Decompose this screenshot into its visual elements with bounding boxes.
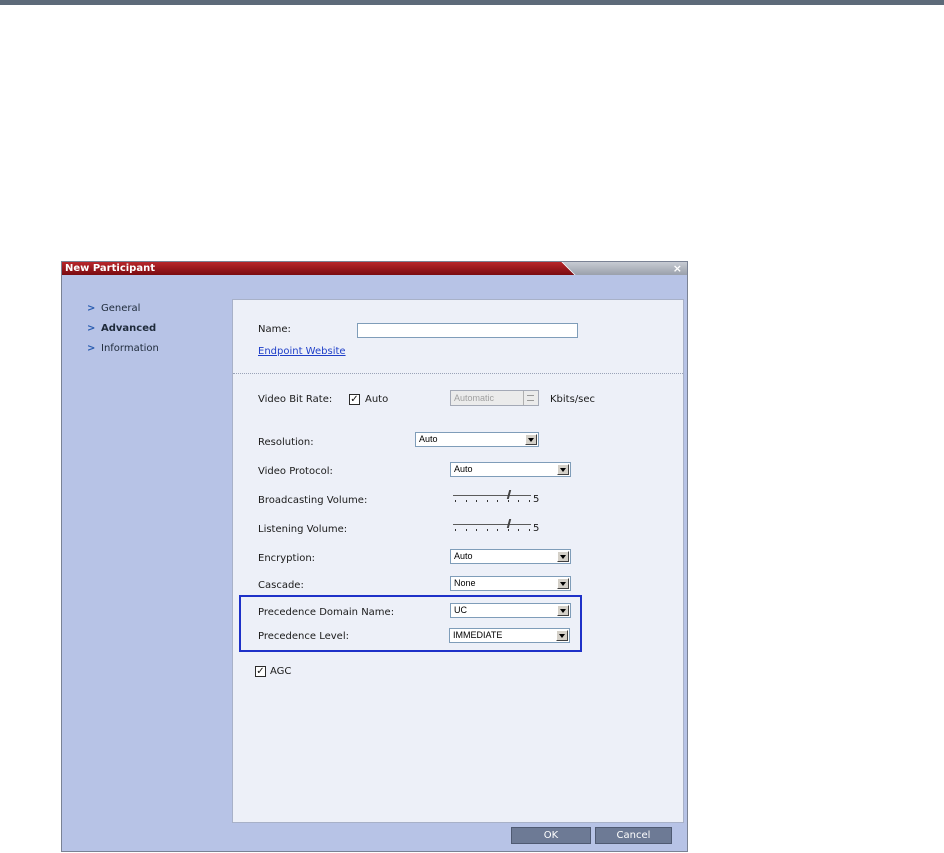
chevron-down-icon [557,551,569,562]
cascade-value: None [454,578,476,588]
slider-tick [497,529,498,531]
chevron-right-icon: > [87,343,96,354]
slider-tick [465,529,467,531]
auto-checkbox-label: Auto [365,394,389,405]
cancel-button[interactable]: Cancel [595,827,672,844]
name-input[interactable] [357,323,578,338]
listening-volume-label: Listening Volume: [258,524,348,535]
slider-tick [528,529,530,531]
precedence-level-label: Precedence Level: [258,631,349,642]
video-bit-rate-label: Video Bit Rate: [258,394,333,405]
nav-item-general[interactable]: > General [87,302,159,322]
encryption-select[interactable]: Auto [450,549,571,564]
resolution-label: Resolution: [258,437,314,448]
precedence-domain-select[interactable]: UC [450,603,571,618]
broadcasting-volume-label: Broadcasting Volume: [258,495,368,506]
chevron-down-icon [525,434,537,445]
chevron-down-icon [557,605,569,616]
advanced-panel: Name: Endpoint Website Video Bit Rate: ✓… [232,299,684,823]
encryption-value: Auto [454,551,473,561]
agc-label: AGC [270,666,292,677]
cascade-label: Cascade: [258,580,304,591]
spinner-arrows-icon[interactable] [523,391,538,405]
slider-tick [507,500,509,502]
agc-checkbox[interactable]: ✓ [255,666,266,677]
slider-tick [497,500,498,502]
nav-item-label: Advanced [101,323,157,334]
encryption-label: Encryption: [258,553,316,564]
precedence-domain-value: UC [454,605,467,615]
bit-rate-unit: Kbits/sec [550,394,596,405]
nav-item-information[interactable]: > Information [87,342,159,362]
title-bar: New Participant × [62,262,687,275]
nav-item-label: General [101,303,141,314]
slider-track [453,524,531,525]
slider-tick [507,529,509,531]
precedence-level-value: IMMEDIATE [453,630,503,640]
new-participant-dialog: New Participant × > General > Advanced > In… [61,261,688,852]
ok-button[interactable]: OK [511,827,591,844]
video-protocol-value: Auto [454,464,473,474]
nav-item-advanced[interactable]: > Advanced [87,322,159,342]
slider-tick [486,529,488,531]
listening-volume-slider[interactable] [453,519,537,533]
bit-rate-spinner[interactable]: Automatic [450,390,539,406]
dialog-nav: > General > Advanced > Information [87,302,159,362]
chevron-right-icon: > [87,323,96,334]
listening-volume-value: 5 [533,523,540,534]
slider-tick [476,529,477,531]
name-label: Name: [258,324,291,335]
auto-checkbox[interactable]: ✓ [349,394,360,405]
chevron-right-icon: > [87,303,96,314]
resolution-value: Auto [419,434,438,444]
chevron-down-icon [557,464,569,475]
resolution-select[interactable]: Auto [415,432,539,447]
top-bar [0,0,944,5]
broadcasting-volume-slider[interactable] [453,490,537,504]
nav-item-label: Information [101,343,159,354]
slider-tick [518,529,519,531]
slider-tick [465,500,467,502]
bit-rate-value: Automatic [454,393,495,403]
broadcasting-volume-value: 5 [533,494,540,505]
endpoint-website-link[interactable]: Endpoint Website [258,346,346,357]
precedence-level-select[interactable]: IMMEDIATE [449,628,570,643]
dialog-title: New Participant [65,263,155,274]
chevron-down-icon [556,630,568,641]
section-divider [233,373,683,374]
cascade-select[interactable]: None [450,576,571,591]
slider-track [453,495,531,496]
close-icon[interactable]: × [673,262,682,275]
slider-tick [528,500,530,502]
slider-tick [486,500,488,502]
slider-tick [518,500,519,502]
slider-tick [476,500,477,502]
slider-tick [455,529,456,531]
video-protocol-label: Video Protocol: [258,466,333,477]
video-protocol-select[interactable]: Auto [450,462,571,477]
slider-tick [455,500,456,502]
chevron-down-icon [557,578,569,589]
precedence-domain-label: Precedence Domain Name: [258,607,395,618]
